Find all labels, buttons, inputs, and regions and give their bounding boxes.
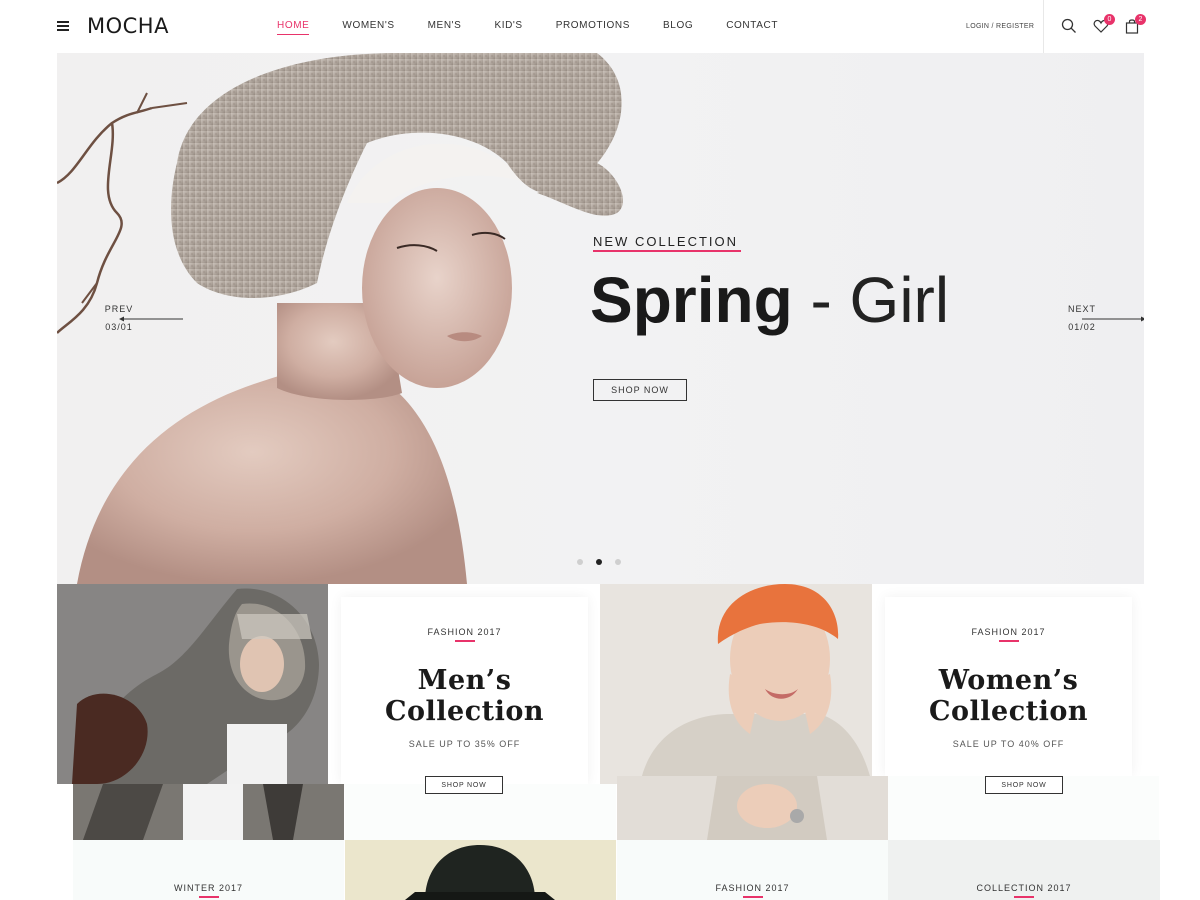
arrow-left-icon — [119, 316, 183, 322]
main-nav: HOME WOMEN'S MEN'S KID'S PROMOTIONS BLOG… — [277, 20, 811, 35]
mens-shop-now-button[interactable]: SHOP NOW — [425, 776, 503, 794]
fashion-eyebrow: FASHION 2017 — [715, 883, 790, 893]
winter-tile[interactable]: WINTER 2017 — [73, 840, 344, 900]
womens-shop-now-button[interactable]: SHOP NOW — [985, 776, 1063, 794]
mens-sale-text: SALE UP TO 35% OFF — [408, 739, 521, 749]
nav-home[interactable]: HOME — [277, 20, 310, 35]
collection-eyebrow: COLLECTION 2017 — [976, 883, 1072, 893]
womens-sale-text: SALE UP TO 40% OFF — [952, 739, 1065, 749]
womens-image-fragment — [617, 776, 888, 840]
nav-womens[interactable]: WOMEN'S — [342, 20, 394, 35]
womens-title-line2: Collection — [929, 696, 1088, 727]
womens-title: Women’s Collection — [885, 665, 1132, 727]
header-divider — [1043, 0, 1044, 53]
nav-contact[interactable]: CONTACT — [726, 20, 778, 35]
nav-mens[interactable]: MEN'S — [428, 20, 462, 35]
womens-collection-image[interactable] — [600, 584, 872, 784]
site-header: MOCHA HOME WOMEN'S MEN'S KID'S PROMOTION… — [0, 0, 1200, 53]
arrow-right-icon — [1082, 316, 1144, 322]
fashion-tile[interactable]: FASHION 2017 — [617, 840, 888, 900]
logo[interactable]: MOCHA — [87, 14, 169, 38]
mens-collection-image[interactable] — [57, 584, 328, 784]
slider-dots — [577, 559, 634, 565]
heart-icon[interactable]: 0 — [1093, 14, 1115, 34]
prev-number: 03/01 — [105, 322, 133, 332]
hero-eyebrow: NEW COLLECTION — [593, 234, 739, 249]
fashion-eyebrow-underline — [742, 896, 763, 898]
winter-eyebrow: WINTER 2017 — [173, 883, 244, 893]
mens-title-line2: Collection — [385, 696, 544, 727]
menu-icon[interactable] — [57, 21, 69, 31]
prev-label: PREV — [104, 304, 134, 314]
login-register-link[interactable]: LOGIN / REGISTER — [966, 23, 1034, 30]
mens-eyebrow-underline — [454, 640, 475, 642]
hero-title-bold: Spring — [590, 264, 793, 336]
womens-title-line1: Women’s — [938, 665, 1079, 696]
next-slide-button[interactable]: NEXT 01/02 — [1050, 304, 1144, 332]
womens-eyebrow-underline — [998, 640, 1019, 642]
nav-promotions[interactable]: PROMOTIONS — [556, 20, 630, 35]
hero-shop-now-button[interactable]: SHOP NOW — [593, 379, 687, 401]
nav-blog[interactable]: BLOG — [663, 20, 693, 35]
womens-collection-card: FASHION 2017 Women’s Collection SALE UP … — [885, 597, 1132, 776]
mens-eyebrow: FASHION 2017 — [427, 627, 502, 637]
mens-title-line1: Men’s — [417, 665, 512, 696]
hero-title: Spring - Girl — [590, 263, 949, 337]
prev-slide-button[interactable]: PREV 03/01 — [87, 304, 183, 332]
next-number: 01/02 — [1068, 322, 1096, 332]
next-label: NEXT — [1067, 304, 1096, 314]
mens-image-fragment — [73, 784, 344, 840]
mens-collection-card: FASHION 2017 Men’s Collection SALE UP TO… — [341, 597, 588, 784]
womens-eyebrow: FASHION 2017 — [971, 627, 1046, 637]
nav-kids[interactable]: KID'S — [494, 20, 522, 35]
slider-dot-active[interactable] — [596, 559, 602, 565]
collection-tile[interactable]: COLLECTION 2017 — [888, 840, 1160, 900]
wishlist-badge: 0 — [1104, 14, 1115, 25]
hat-image[interactable] — [345, 840, 616, 900]
winter-eyebrow-underline — [198, 896, 219, 898]
slider-dot[interactable] — [615, 559, 621, 565]
cart-badge: 2 — [1135, 14, 1146, 25]
mens-title: Men’s Collection — [341, 665, 588, 727]
search-icon[interactable] — [1061, 18, 1077, 34]
collection-eyebrow-underline — [1014, 896, 1034, 898]
hero-title-light: - Girl — [792, 264, 950, 336]
hero-eyebrow-underline — [593, 250, 741, 252]
bag-icon[interactable]: 2 — [1124, 14, 1146, 34]
slider-dot[interactable] — [577, 559, 583, 565]
hero-slider: NEW COLLECTION Spring - Girl SHOP NOW PR… — [57, 53, 1144, 584]
